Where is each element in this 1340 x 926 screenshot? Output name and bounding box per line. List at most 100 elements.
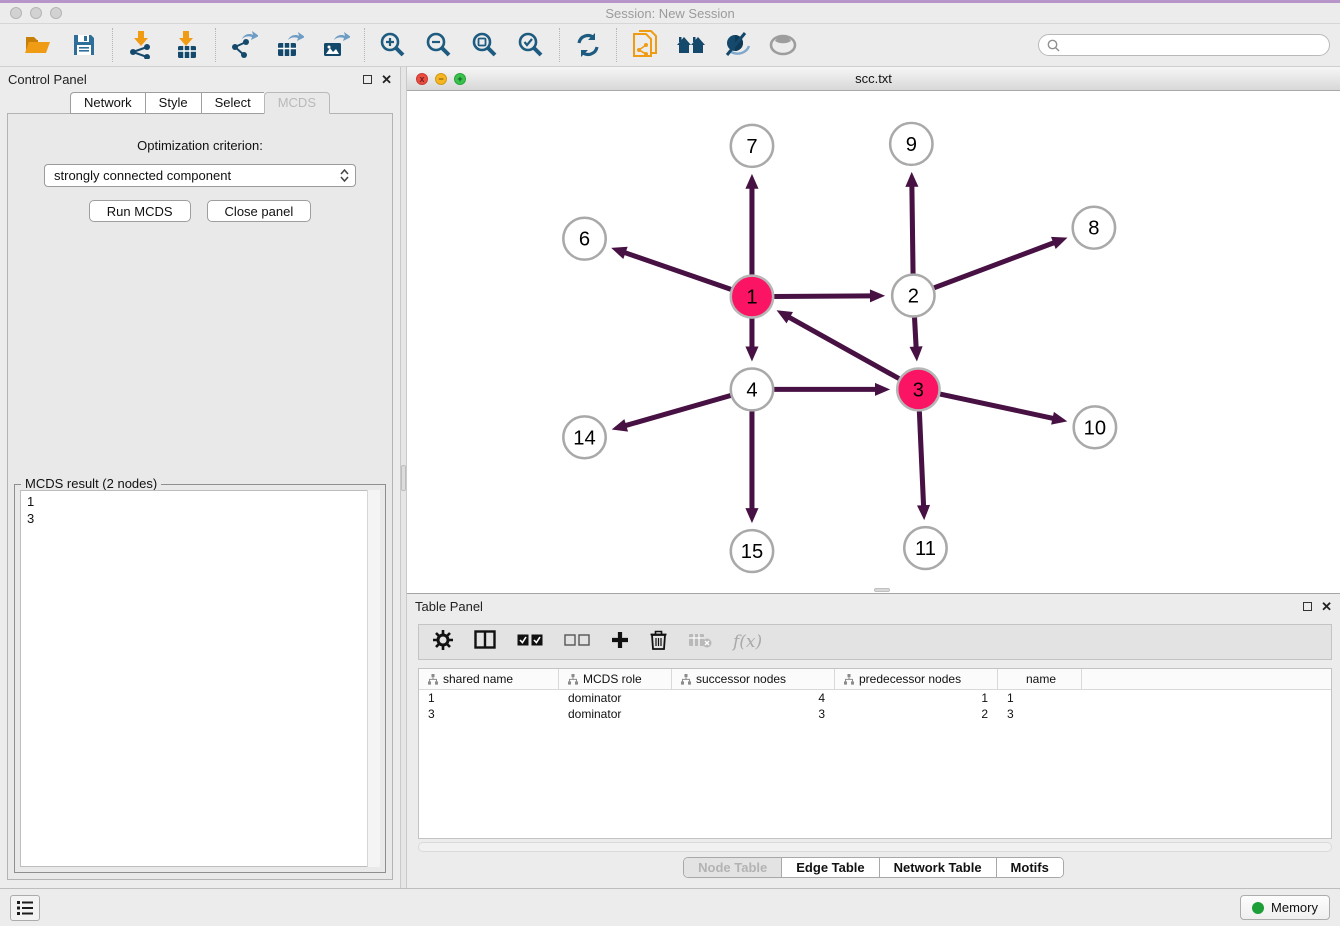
delete-column-icon[interactable]: [650, 630, 667, 655]
show-columns-icon[interactable]: [474, 630, 496, 654]
float-panel-icon[interactable]: [363, 75, 372, 84]
graph-edge-arrow: [910, 346, 923, 361]
add-column-icon[interactable]: [611, 631, 629, 654]
tab-mcds[interactable]: MCDS: [264, 92, 330, 114]
cell[interactable]: 3: [672, 706, 835, 722]
graph-edge-arrow: [905, 172, 918, 187]
mcds-result-scrollbar[interactable]: [367, 490, 380, 867]
close-panel-icon[interactable]: ✕: [381, 73, 392, 86]
tab-network[interactable]: Network: [70, 92, 145, 114]
graph-edge-2-9[interactable]: [912, 185, 913, 274]
unselect-all-columns-icon[interactable]: [564, 633, 590, 651]
table-scrollbar[interactable]: [418, 842, 1332, 852]
graph-node-label: 10: [1084, 417, 1106, 439]
graph-edge-arrow: [745, 346, 758, 361]
export-table-icon[interactable]: [275, 30, 305, 60]
select-all-columns-icon[interactable]: [517, 633, 543, 651]
zoom-in-icon[interactable]: [378, 30, 408, 60]
column-header-name[interactable]: name: [998, 669, 1082, 689]
export-image-icon[interactable]: [321, 30, 351, 60]
table-panel-tabs: Node TableEdge TableNetwork TableMotifs: [683, 857, 1064, 878]
mcds-panel: Optimization criterion: strongly connect…: [7, 113, 393, 880]
graph-edge-arrow: [1051, 237, 1067, 249]
zoom-selected-icon[interactable]: [516, 30, 546, 60]
tab-motifs[interactable]: Motifs: [997, 858, 1063, 877]
optimization-criterion-label: Optimization criterion:: [8, 138, 392, 153]
graph-node-label: 6: [579, 229, 590, 251]
refresh-icon[interactable]: [573, 30, 603, 60]
graph-node-label: 8: [1088, 218, 1099, 240]
graph-edge-2-3[interactable]: [915, 318, 917, 349]
graph-edge-3-10[interactable]: [940, 394, 1054, 419]
export-network-icon[interactable]: [229, 30, 259, 60]
mcds-result-group: MCDS result (2 nodes) 1 3: [14, 484, 386, 873]
graph-node-label: 11: [915, 538, 936, 560]
search-input[interactable]: [1065, 38, 1321, 52]
search-icon: [1047, 39, 1060, 52]
graph-edge-4-14[interactable]: [624, 396, 730, 426]
zoom-out-icon[interactable]: [424, 30, 454, 60]
column-header-successor-nodes[interactable]: successor nodes: [672, 669, 835, 689]
column-header-MCDS-role[interactable]: MCDS role: [559, 669, 672, 689]
home-layout-icon[interactable]: [676, 30, 706, 60]
cell[interactable]: dominator: [559, 706, 672, 722]
memory-status-icon: [1252, 902, 1264, 914]
save-session-icon[interactable]: [69, 30, 99, 60]
global-search[interactable]: [1038, 34, 1330, 56]
tab-network-table[interactable]: Network Table: [880, 858, 997, 877]
cell[interactable]: 1: [835, 690, 998, 706]
optimization-criterion-select[interactable]: strongly connected component: [44, 164, 356, 187]
graph-edge-1-6[interactable]: [624, 252, 731, 289]
task-history-button[interactable]: [10, 895, 40, 921]
cell[interactable]: 1: [998, 690, 1082, 706]
column-header-predecessor-nodes[interactable]: predecessor nodes: [835, 669, 998, 689]
cell[interactable]: 1: [419, 690, 559, 706]
mcds-result-title: MCDS result (2 nodes): [21, 476, 161, 491]
column-header-shared-name[interactable]: shared name: [419, 669, 559, 689]
table-body: 1dominator4113dominator323: [419, 690, 1331, 722]
tab-style[interactable]: Style: [145, 92, 201, 114]
splitter-grip[interactable]: [401, 465, 406, 491]
table-row[interactable]: 1dominator411: [419, 690, 1331, 706]
import-network-icon[interactable]: [126, 30, 156, 60]
tab-edge-table[interactable]: Edge Table: [782, 858, 879, 877]
tab-select[interactable]: Select: [201, 92, 264, 114]
graph-node-label: 1: [746, 287, 757, 309]
select-stepper-icon: [340, 169, 349, 182]
cell[interactable]: 3: [419, 706, 559, 722]
open-file-icon[interactable]: [23, 30, 53, 60]
close-panel-button[interactable]: Close panel: [207, 200, 312, 222]
graph-edge-1-2[interactable]: [774, 296, 872, 297]
network-graph[interactable]: 7968124314101511: [407, 91, 1340, 593]
close-table-panel-icon[interactable]: ✕: [1321, 600, 1332, 613]
cell[interactable]: 2: [835, 706, 998, 722]
cell[interactable]: 3: [998, 706, 1082, 722]
import-table-icon[interactable]: [172, 30, 202, 60]
graph-edge-arrow: [917, 505, 930, 520]
node-table[interactable]: shared nameMCDS rolesuccessor nodesprede…: [418, 668, 1332, 839]
network-canvas[interactable]: 7968124314101511: [407, 91, 1340, 593]
status-bar: Memory: [0, 888, 1340, 926]
cell[interactable]: dominator: [559, 690, 672, 706]
graph-edge-3-1[interactable]: [788, 317, 899, 379]
hide-selected-icon[interactable]: [722, 30, 752, 60]
graph-edge-3-11[interactable]: [919, 411, 923, 507]
graph-edge-arrow: [875, 383, 890, 396]
run-mcds-button[interactable]: Run MCDS: [89, 200, 191, 222]
table-row[interactable]: 3dominator323: [419, 706, 1331, 722]
float-table-panel-icon[interactable]: [1303, 602, 1312, 611]
panel-splitter[interactable]: [400, 67, 407, 888]
memory-button[interactable]: Memory: [1240, 895, 1330, 920]
cell[interactable]: 4: [672, 690, 835, 706]
mcds-result-text[interactable]: 1 3: [20, 490, 380, 867]
network-window-titlebar[interactable]: x − + scc.txt: [407, 67, 1340, 91]
canvas-resize-grip[interactable]: [874, 588, 890, 592]
clone-network-icon[interactable]: [630, 30, 660, 60]
zoom-fit-icon[interactable]: [470, 30, 500, 60]
settings-gear-icon[interactable]: [433, 630, 453, 655]
show-selected-icon[interactable]: [768, 30, 798, 60]
graph-edge-2-8[interactable]: [934, 242, 1055, 288]
memory-label: Memory: [1271, 900, 1318, 915]
tab-node-table[interactable]: Node Table: [684, 858, 782, 877]
graph-edge-arrow: [612, 419, 628, 431]
